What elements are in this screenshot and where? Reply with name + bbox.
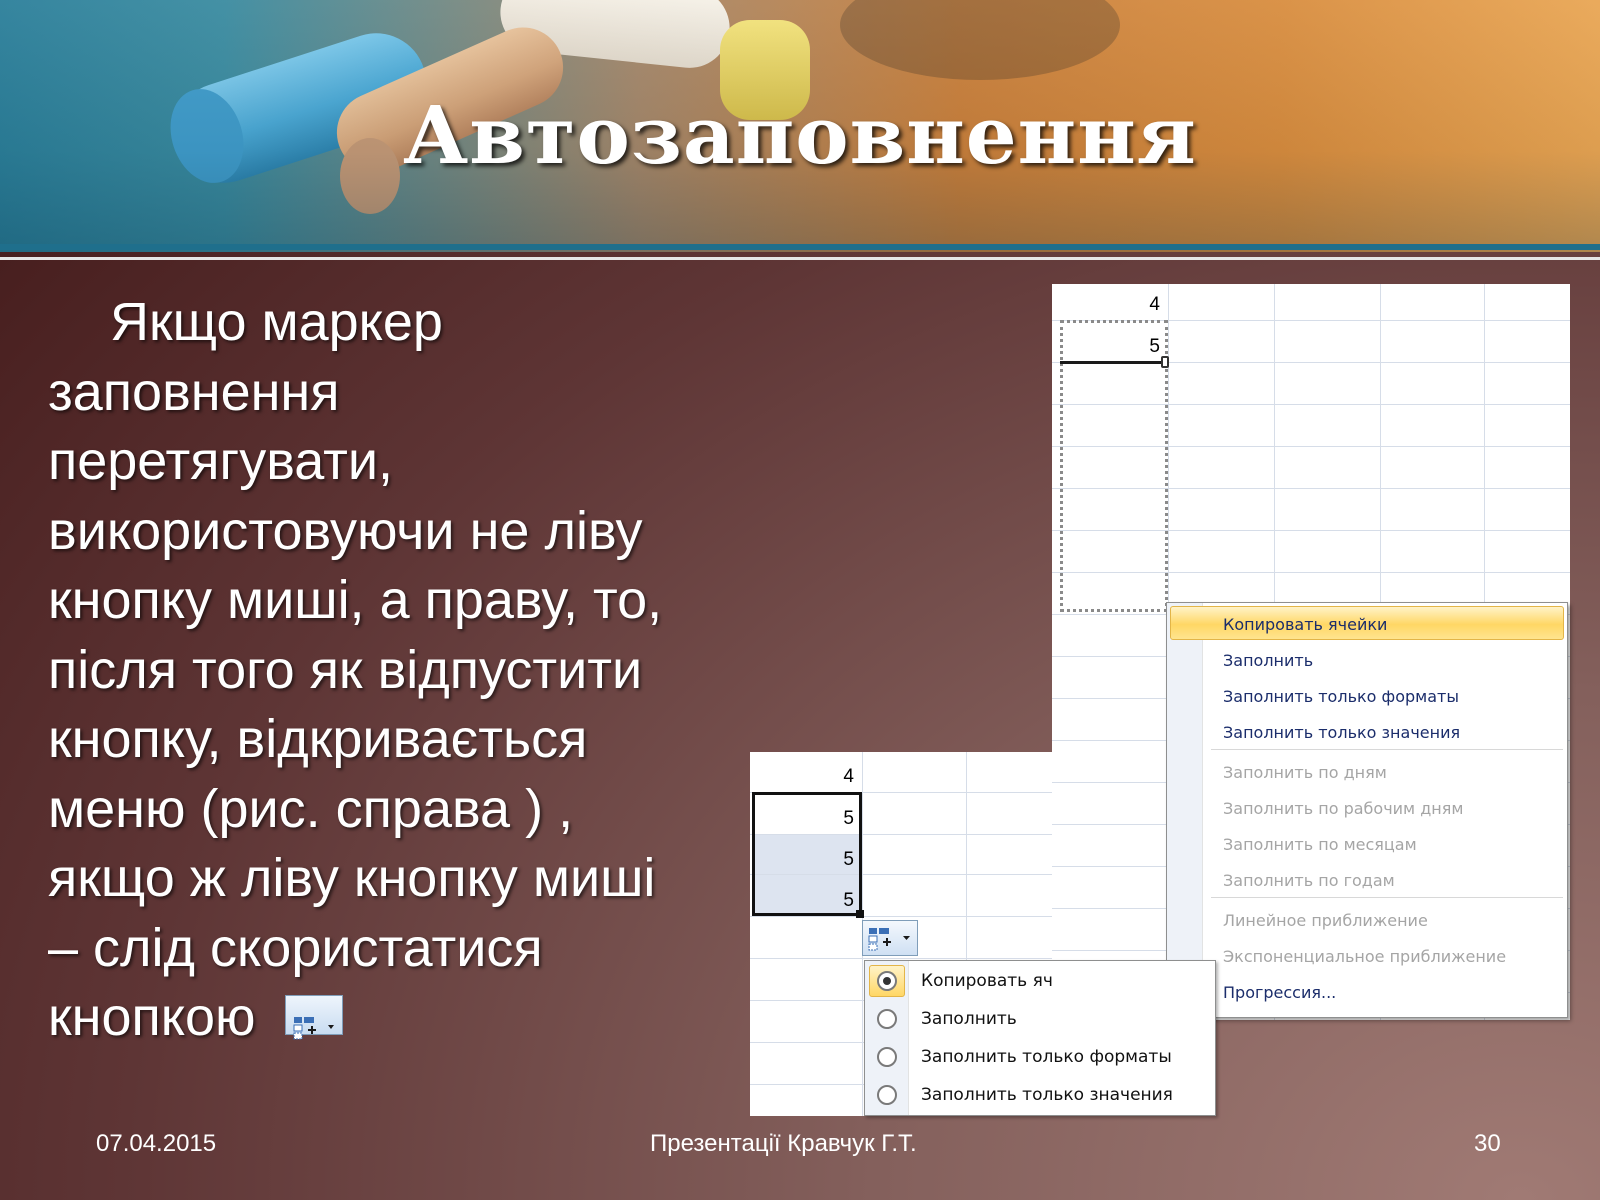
fill-handle[interactable] — [1161, 356, 1169, 368]
autofill-item-copy-cells[interactable]: Копировать яч — [921, 971, 1053, 991]
menu-separator — [1211, 749, 1563, 750]
body-text: Якщо маркер заповнення перетягувати, вик… — [48, 288, 748, 1053]
menu-item-fill-formats[interactable]: Заполнить только форматы — [1223, 687, 1459, 706]
body-line: меню (рис. справа ) , — [48, 778, 574, 839]
footer-date: 07.04.2015 — [96, 1130, 217, 1157]
fill-handle[interactable] — [856, 910, 864, 918]
menu-item-fill-years: Заполнить по годам — [1223, 871, 1395, 890]
autofill-item-fill-formats[interactable]: Заполнить только форматы — [921, 1047, 1172, 1067]
body-line: використовуючи не ліву — [48, 500, 643, 561]
menu-item-fill[interactable]: Заполнить — [1223, 651, 1313, 670]
slide-title: Автозаповнення — [403, 88, 1197, 182]
radio-selected-icon[interactable] — [877, 971, 897, 991]
body-line: Якщо маркер — [110, 292, 443, 352]
active-cell-border — [1060, 361, 1166, 364]
banner-divider — [0, 257, 1600, 260]
body-line-last: кнопкою — [48, 983, 748, 1053]
banner-accent-line — [0, 244, 1600, 250]
menu-item-linear-trend: Линейное приближение — [1223, 911, 1428, 930]
body-line: – слід скористатися — [48, 917, 543, 978]
body-line: кнопку, відкривається — [48, 709, 588, 769]
body-line: кнопку миші, а праву, то, — [48, 570, 663, 630]
footer-page-number: 30 — [1474, 1130, 1501, 1157]
body-line: після того як відпустити — [48, 639, 643, 700]
radio-icon[interactable] — [877, 1085, 897, 1105]
context-menu: Копировать ячейки Заполнить Заполнить то… — [1166, 602, 1568, 1018]
cell-value: 4 — [1149, 294, 1160, 315]
menu-item-growth-trend: Экспоненциальное приближение — [1223, 947, 1507, 966]
autofill-item-fill[interactable]: Заполнить — [921, 1009, 1017, 1029]
footer-author: Презентації Кравчук Г.Т. — [650, 1130, 917, 1157]
menu-item-fill-days: Заполнить по дням — [1223, 763, 1387, 782]
autofill-options-icon — [868, 928, 910, 951]
grid-line — [750, 958, 1052, 959]
selected-range — [752, 792, 862, 916]
cell-value: 4 — [843, 766, 854, 787]
radio-icon[interactable] — [877, 1047, 897, 1067]
radio-icon[interactable] — [877, 1009, 897, 1029]
menu-item-fill-months: Заполнить по месяцам — [1223, 835, 1417, 854]
menu-separator — [1211, 897, 1563, 898]
body-line: якщо ж ліву кнопку миші — [48, 848, 656, 908]
body-line-text: кнопкою — [48, 987, 256, 1047]
grid-line — [750, 916, 1052, 917]
body-line: перетягувати, — [48, 431, 394, 491]
body-line: заповнення — [48, 361, 340, 422]
autofill-options-button[interactable] — [862, 920, 918, 956]
menu-item-copy-cells[interactable]: Копировать ячейки — [1223, 615, 1387, 634]
autofill-options-menu: Копировать яч Заполнить Заполнить только… — [864, 960, 1216, 1116]
menu-item-series[interactable]: Прогрессия... — [1223, 983, 1336, 1002]
autofill-options-icon — [285, 994, 344, 1040]
chevron-down-icon — [903, 936, 910, 940]
autofill-item-fill-values[interactable]: Заполнить только значения — [921, 1085, 1173, 1105]
menu-item-fill-values[interactable]: Заполнить только значения — [1223, 723, 1460, 742]
menu-gutter — [1167, 603, 1203, 1017]
slide: Автозаповнення Якщо маркер заповнення пе… — [0, 0, 1600, 1200]
menu-item-fill-workdays: Заполнить по рабочим дням — [1223, 799, 1464, 818]
